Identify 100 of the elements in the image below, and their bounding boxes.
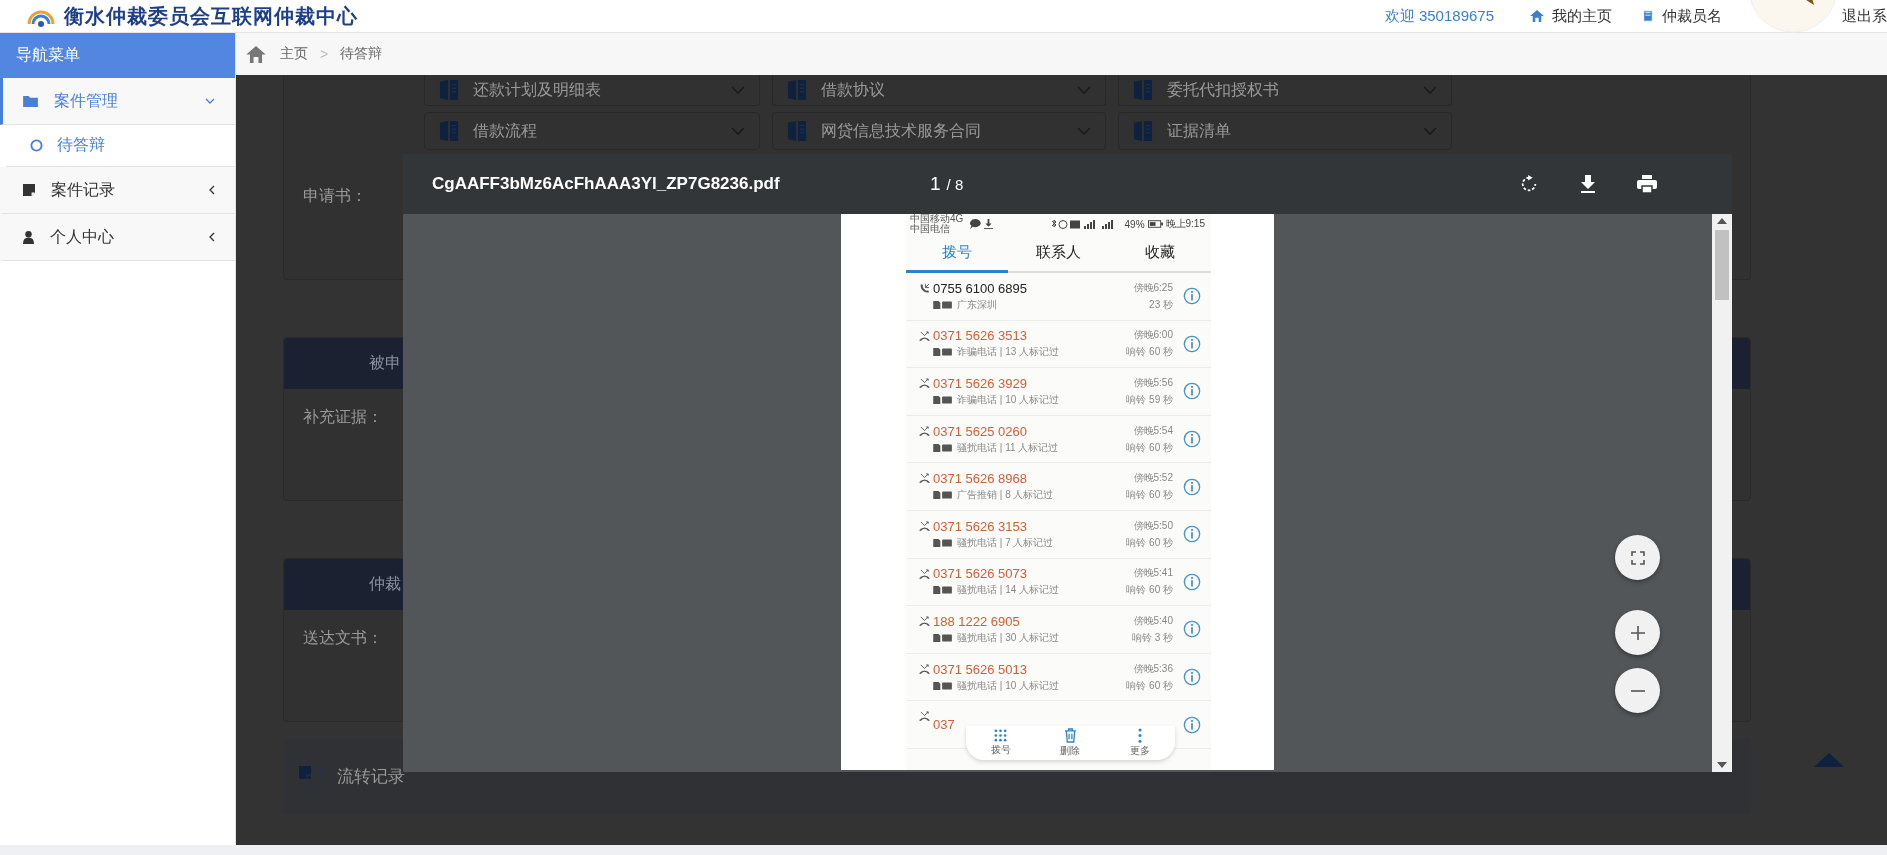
- call-duration: 响铃 60 秒: [1126, 488, 1173, 503]
- call-time: 傍晚5:52: [1133, 471, 1173, 486]
- phone-tab[interactable]: 收藏: [1109, 234, 1211, 273]
- call-note: 诈骗电话 | 13 人标记过: [957, 345, 1060, 360]
- phone-number: 0371 5626 3929: [933, 376, 1028, 391]
- download-icon: [984, 219, 994, 229]
- phone-tab[interactable]: 拨号: [906, 234, 1008, 273]
- call-note: 骚扰电话 | 30 人标记过: [957, 630, 1060, 645]
- breadcrumb-separator: >: [320, 46, 329, 62]
- circle-icon: [30, 139, 43, 152]
- document-dropdown[interactable]: 还款计划及明细表: [424, 75, 760, 106]
- info-icon: [1183, 430, 1201, 449]
- sidebar-item[interactable]: 案件记录: [0, 167, 235, 214]
- phone-number: 188 1222 6905: [933, 613, 1021, 629]
- nav-menu-title: 导航菜单: [0, 33, 235, 78]
- info-icon: [1183, 287, 1201, 306]
- phone-number: 0371 5626 5073: [933, 566, 1028, 582]
- sim-hd-icon: [933, 586, 953, 595]
- sim-hd-icon: [933, 538, 953, 547]
- info-icon: [1183, 382, 1201, 401]
- book-icon: [1642, 10, 1654, 22]
- missed-call-icon: [919, 378, 930, 390]
- download-icon: [1580, 175, 1596, 193]
- call-time: 傍晚5:54: [1133, 423, 1173, 438]
- header-link[interactable]: 我的主页: [1530, 6, 1612, 26]
- page-count: / 8: [946, 176, 964, 193]
- call-note: 广东深圳: [957, 297, 997, 312]
- print-icon: [1637, 175, 1657, 193]
- info-icon: [1183, 620, 1201, 639]
- call-time: 傍晚5:56: [1133, 376, 1173, 390]
- call-duration: 23 秒: [1149, 297, 1173, 312]
- clock-time: 晚上9:15: [1165, 217, 1205, 231]
- header-link[interactable]: 仲裁员名: [1642, 6, 1722, 26]
- flow-icon: [299, 763, 325, 790]
- home-icon: [1530, 10, 1544, 22]
- phone-number: 0371 5626 8968: [933, 471, 1028, 487]
- missed-call-icon: [919, 616, 930, 628]
- phone-tab[interactable]: 联系人: [1007, 234, 1110, 273]
- note-icon: [23, 184, 35, 196]
- zoom-in-button[interactable]: [1615, 610, 1660, 655]
- folder-icon: [23, 95, 38, 107]
- info-icon: [1183, 525, 1201, 544]
- dialpad-icon: [994, 729, 1008, 742]
- call-duration: 响铃 59 秒: [1126, 393, 1173, 407]
- missed-call-icon: [919, 568, 930, 580]
- breadcrumb-link[interactable]: 待答辩: [340, 45, 383, 63]
- phone-number: 0371 5625 0260: [933, 423, 1028, 439]
- call-time: 傍晚6:25: [1133, 280, 1173, 295]
- carrier-name: 中国电信: [910, 224, 950, 234]
- call-time: 傍晚5:36: [1133, 661, 1173, 676]
- scrollbar[interactable]: [1712, 214, 1732, 772]
- scrollbar-thumb[interactable]: [1715, 230, 1729, 300]
- welcome-link[interactable]: 欢迎 350189675: [1384, 6, 1494, 26]
- sidebar-item[interactable]: 案件管理: [0, 78, 235, 125]
- call-note: 骚扰电话 | 7 人标记过: [957, 535, 1054, 550]
- zoom-out-button[interactable]: [1615, 668, 1660, 713]
- field-label: 补充证据：: [303, 407, 383, 427]
- document-dropdown[interactable]: 借款协议: [772, 75, 1106, 106]
- missed-call-icon: [919, 425, 930, 437]
- page-number: 1: [930, 173, 941, 195]
- sidebar-item[interactable]: 个人中心: [0, 214, 235, 261]
- phone-number: 0371 5626 5013: [933, 661, 1028, 677]
- call-duration: 响铃 60 秒: [1126, 440, 1173, 455]
- document-dropdown[interactable]: 委托代扣授权书: [1118, 75, 1452, 106]
- more-icon: [1138, 728, 1143, 743]
- call-duration: 响铃 3 秒: [1131, 630, 1173, 645]
- missed-call-icon: [919, 520, 930, 532]
- book-icon: [787, 79, 807, 101]
- missed-call-icon: [919, 330, 930, 342]
- call-duration: 响铃 60 秒: [1126, 345, 1173, 360]
- sim-hd-icon: [933, 300, 953, 309]
- missed-call-icon: [919, 663, 930, 675]
- missed-call-icon: [919, 473, 930, 485]
- site-title: 衡水仲裁委员会互联网仲裁中心: [64, 3, 358, 29]
- info-icon: [1183, 477, 1201, 496]
- chat-bubble-icon: [970, 219, 982, 229]
- book-icon: [1133, 79, 1153, 101]
- info-icon: [1183, 572, 1201, 591]
- info-icon: [1183, 715, 1201, 734]
- call-duration: 响铃 60 秒: [1126, 535, 1173, 550]
- scroll-down-arrow-icon: [1717, 762, 1727, 768]
- book-icon: [439, 79, 459, 101]
- call-note: 骚扰电话 | 14 人标记过: [957, 583, 1060, 598]
- header-link[interactable]: 退出系: [1842, 6, 1887, 26]
- info-icon: [1183, 334, 1201, 353]
- call-note: 骚扰电话 | 11 人标记过: [957, 440, 1059, 455]
- book-icon: [1133, 120, 1153, 142]
- fit-page-button[interactable]: [1615, 535, 1660, 580]
- document-dropdown[interactable]: 网贷信息技术服务合同: [772, 112, 1106, 150]
- breadcrumb-link[interactable]: 主页: [280, 45, 308, 63]
- call-time: 傍晚5:40: [1133, 613, 1173, 628]
- minus-icon: [1629, 689, 1646, 692]
- sim-hd-icon: [933, 633, 953, 642]
- missed-call-icon: [919, 711, 930, 723]
- document-dropdown[interactable]: 借款流程: [424, 112, 760, 150]
- document-dropdown[interactable]: 证据清单: [1118, 112, 1452, 150]
- book-icon: [439, 120, 459, 142]
- phone-number: 0371 5626 3153: [933, 518, 1028, 534]
- phone-number: 037: [933, 717, 956, 733]
- phone-number: 0755 6100 6895: [933, 280, 1028, 296]
